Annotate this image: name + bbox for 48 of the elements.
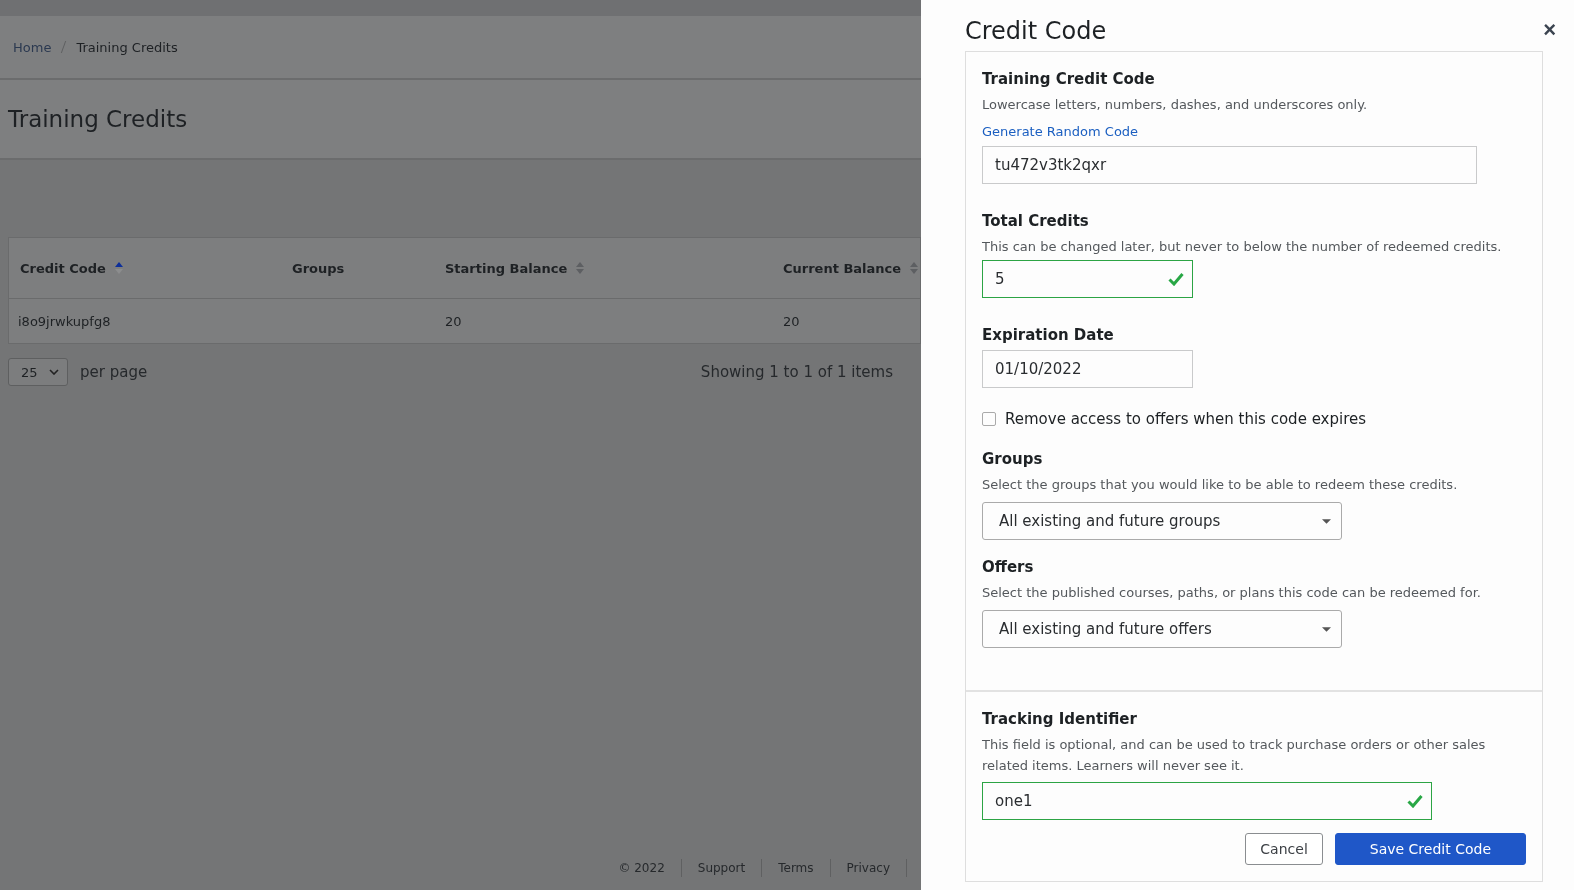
breadcrumb-link[interactable]: Training Credits — [76, 39, 178, 55]
help-text: Select the published courses, paths, or plans this code can be redeemed for. — [982, 585, 1482, 600]
caret-icon — [49, 369, 59, 375]
input-field[interactable]: 5 — [982, 260, 1193, 298]
caret-icon — [1322, 518, 1331, 524]
checkmark-icon — [1407, 794, 1423, 808]
close-button[interactable]: × — [1539, 16, 1560, 43]
drawer-title: Credit Code — [965, 16, 1107, 45]
dropdown-select[interactable]: All existing and future groups — [982, 502, 1342, 540]
help-text: Lowercase letters, numbers, dashes, and underscores only. — [982, 97, 1369, 112]
caret-icon — [1322, 626, 1331, 632]
per-page-select[interactable]: 25 — [8, 358, 68, 386]
checkbox[interactable] — [982, 412, 996, 426]
column-header[interactable]: Starting Balance — [445, 260, 568, 276]
page-title: Training Credits — [8, 106, 188, 132]
sort-icon[interactable] — [909, 261, 920, 275]
sort-icon[interactable] — [113, 261, 124, 275]
cancel-button[interactable]: Cancel — [1245, 833, 1323, 865]
column-header[interactable]: Current Balance — [783, 260, 902, 276]
sort-icon[interactable] — [575, 261, 586, 275]
help-text: Select the groups that you would like to be able to redeem these credits. — [982, 477, 1459, 492]
dropdown-select[interactable]: All existing and future offers — [982, 610, 1342, 648]
field-label: Groups — [982, 450, 1044, 468]
field-label: Training Credit Code — [982, 70, 1156, 88]
checkmark-icon — [1168, 272, 1184, 286]
column-header: Groups — [292, 260, 345, 276]
per-page-label: per page — [80, 363, 148, 381]
input-field[interactable]: one1 — [982, 782, 1432, 820]
items-summary: Showing 1 to 1 of 1 items — [700, 363, 893, 381]
help-text: This field is optional, and can be used to track purchase orders or other sales related items. Learners will never see it. — [982, 736, 1487, 775]
field-label: Tracking Identifier — [982, 710, 1138, 728]
help-text: This can be changed later, but never to below the number of redeemed credits. — [982, 239, 1503, 254]
table-cell: i8o9jrwkupfg8 — [18, 313, 111, 329]
column-header[interactable]: Credit Code — [20, 260, 106, 276]
field-label: Offers — [982, 558, 1035, 576]
field-label: Total Credits — [982, 212, 1090, 230]
input-field[interactable]: tu472v3tk2qxr — [982, 146, 1477, 184]
footer-link[interactable]: Privacy — [830, 861, 906, 875]
copyright-text: © 2022 — [617, 861, 666, 875]
footer-link[interactable]: Support — [681, 861, 762, 875]
footer-link[interactable]: Terms — [762, 861, 830, 875]
checkbox-label: Remove access to offers when this code expires — [1005, 410, 1367, 428]
table-cell: 20 — [445, 313, 462, 329]
generate-code-link[interactable]: Generate Random Code — [982, 124, 1139, 139]
input-field[interactable]: 01/10/2022 — [982, 350, 1193, 388]
save-button[interactable]: Save Credit Code — [1334, 833, 1526, 865]
table-cell: 20 — [783, 313, 800, 329]
field-label: Expiration Date — [982, 326, 1115, 344]
